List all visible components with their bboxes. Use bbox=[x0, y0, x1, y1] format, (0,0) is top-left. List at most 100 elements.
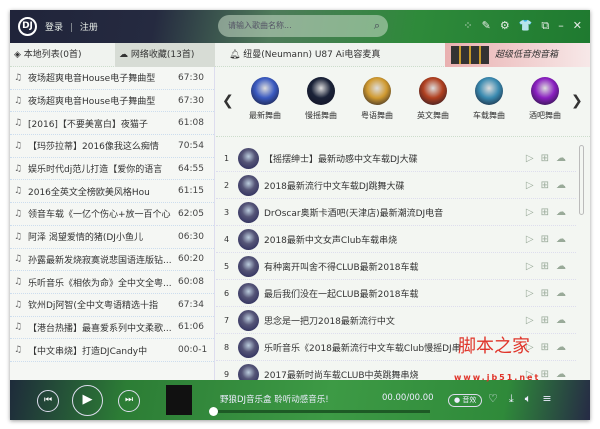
song-row[interactable]: 3 DrOscar奥斯卡酒吧(天津店)最新潮流DJ电音 ▷ ⊞ ☁ bbox=[216, 199, 576, 226]
playlist-item-duration: 60:20 bbox=[178, 254, 204, 265]
playlist-item-name: 【玛莎拉蒂】2016像我这么痴情 bbox=[28, 142, 159, 153]
sound-effect-label: 音效 bbox=[462, 396, 477, 404]
close-icon[interactable]: ✕ bbox=[573, 19, 582, 33]
skin-icon[interactable]: 👕 bbox=[519, 19, 533, 33]
category-item[interactable]: 英文舞曲 bbox=[408, 77, 458, 121]
play-icon[interactable]: ▷ bbox=[526, 153, 534, 164]
song-row[interactable]: 5 有种离开叫舍不得CLUB最新2018车载 ▷ ⊞ ☁ bbox=[216, 253, 576, 280]
add-icon[interactable]: ⊞ bbox=[541, 261, 549, 272]
download-icon[interactable]: ⤓ bbox=[509, 392, 514, 406]
playlist-item[interactable]: ♫ 2016全英文全榜欧美风格Hou 61:15 bbox=[10, 180, 214, 204]
music-note-icon: ♫ bbox=[14, 118, 23, 129]
cloud-download-icon[interactable]: ☁ bbox=[556, 180, 566, 191]
category-label: 最新舞曲 bbox=[249, 111, 281, 120]
volume-icon[interactable]: 🔈︎ bbox=[525, 392, 532, 406]
add-icon[interactable]: ⊞ bbox=[541, 288, 549, 299]
ad-banner[interactable]: 超级低音炮音箱 bbox=[445, 43, 590, 67]
playlist-item-name: 【中文串烧】打造DJCandy中 bbox=[28, 346, 148, 357]
category-avatar bbox=[419, 77, 447, 105]
song-row[interactable]: 7 思念是一把刀2018最新流行中文 ▷ ⊞ ☁ bbox=[216, 307, 576, 334]
playlist-item-duration: 60:08 bbox=[178, 277, 204, 288]
playlist-item-name: 钦州Dj阿智(全中文粤语精选十指 bbox=[28, 301, 158, 312]
cloud-download-icon[interactable]: ☁ bbox=[556, 369, 566, 380]
settings-icon[interactable]: ⚙ bbox=[500, 19, 510, 33]
cloud-download-icon[interactable]: ☁ bbox=[556, 261, 566, 272]
scrollbar[interactable] bbox=[579, 145, 584, 215]
category-item[interactable]: 粤语舞曲 bbox=[352, 77, 402, 121]
song-row[interactable]: 4 2018最新中文女声Club车载串烧 ▷ ⊞ ☁ bbox=[216, 226, 576, 253]
playlist-item[interactable]: ♫ 领音车载《一亿个伤心+放一百个心 62:05 bbox=[10, 203, 214, 226]
song-row[interactable]: 6 最后我们没在一起CLUB最新2018车载 ▷ ⊞ ☁ bbox=[216, 280, 576, 307]
cloud-download-icon[interactable]: ☁ bbox=[556, 153, 566, 164]
album-cover bbox=[166, 385, 192, 415]
category-avatar bbox=[475, 77, 503, 105]
category-item[interactable]: 酒吧舞曲 bbox=[520, 77, 570, 121]
previous-button[interactable]: ⏮ bbox=[37, 390, 59, 412]
cloud-download-icon[interactable]: ☁ bbox=[556, 288, 566, 299]
tab-local-list[interactable]: ◈ 本地列表(0首) bbox=[10, 43, 115, 67]
add-icon[interactable]: ⊞ bbox=[541, 369, 549, 380]
feedback-icon[interactable]: ✎ bbox=[482, 19, 491, 33]
play-button[interactable]: ▶ bbox=[72, 385, 103, 416]
category-item[interactable]: 慢摇舞曲 bbox=[296, 77, 346, 121]
play-icon[interactable]: ▷ bbox=[526, 288, 534, 299]
register-link[interactable]: 注册 bbox=[80, 23, 98, 33]
cloud-download-icon[interactable]: ☁ bbox=[556, 342, 566, 353]
song-cover bbox=[238, 147, 259, 169]
progress-bar[interactable] bbox=[215, 410, 430, 413]
play-time: 00.00/00.00 bbox=[382, 393, 434, 403]
chevron-left-icon[interactable]: ❮ bbox=[222, 93, 234, 109]
song-row[interactable]: 1 【摇摆绅士】最新动感中文车载DJ大碟 ▷ ⊞ ☁ bbox=[216, 145, 576, 172]
music-note-icon: ♫ bbox=[14, 95, 23, 106]
mini-mode-icon[interactable]: ⧉ bbox=[541, 19, 549, 33]
chevron-right-icon[interactable]: ❯ bbox=[571, 93, 583, 109]
play-icon[interactable]: ▷ bbox=[526, 207, 534, 218]
apps-icon[interactable]: ⁘ bbox=[463, 19, 472, 33]
category-item[interactable]: 最新舞曲 bbox=[240, 77, 290, 121]
song-row[interactable]: 2 2018最新流行中文车载DJ跳舞大碟 ▷ ⊞ ☁ bbox=[216, 172, 576, 199]
playlist-item[interactable]: ♫ 【港台热播】最喜爱系列中文柔歌... 61:06 bbox=[10, 317, 214, 340]
next-button[interactable]: ⏭ bbox=[118, 390, 140, 412]
play-icon[interactable]: ▷ bbox=[526, 315, 534, 326]
search-input[interactable]: 请输入歌曲名称... ⌕ bbox=[218, 15, 388, 37]
notice-text[interactable]: 🔔︎ 纽曼(Neumann) U87 Ai电容麦真 bbox=[225, 43, 455, 67]
add-icon[interactable]: ⊞ bbox=[541, 315, 549, 326]
playlist-item[interactable]: ♫ 【玛莎拉蒂】2016像我这么痴情 70:54 bbox=[10, 135, 214, 158]
add-icon[interactable]: ⊞ bbox=[541, 342, 549, 353]
category-item[interactable]: 车载舞曲 bbox=[464, 77, 514, 121]
playlist-item[interactable]: ♫ 【中文串烧】打造DJCandy中 00:0-1 bbox=[10, 339, 214, 362]
cloud-download-icon[interactable]: ☁ bbox=[556, 207, 566, 218]
playlist-mode-icon[interactable]: ≡ bbox=[542, 392, 551, 406]
add-icon[interactable]: ⊞ bbox=[541, 153, 549, 164]
playlist-item[interactable]: ♫ 阿泽 渴望爱情的猪(DJ小鱼儿 06:30 bbox=[10, 226, 214, 249]
song-cover bbox=[238, 309, 259, 331]
add-icon[interactable]: ⊞ bbox=[541, 234, 549, 245]
cloud-download-icon[interactable]: ☁ bbox=[556, 234, 566, 245]
cloud-download-icon[interactable]: ☁ bbox=[556, 315, 566, 326]
login-link[interactable]: 登录 bbox=[45, 23, 63, 33]
player-bar: ⏮ ▶ ⏭ 野狼DJ音乐盒 聆听动感音乐! 00.00/00.00 ● 音效 ♡… bbox=[10, 380, 590, 420]
playlist-item[interactable]: ♫ 娱乐时代dj范儿打造【爱你的语言 64:55 bbox=[10, 158, 214, 181]
song-cover bbox=[238, 201, 259, 223]
playlist-item[interactable]: ♫ [2016]【不要美富白】夜猫子 61:08 bbox=[10, 112, 214, 136]
sound-effect-button[interactable]: ● 音效 bbox=[448, 394, 483, 407]
play-icon[interactable]: ▷ bbox=[526, 180, 534, 191]
playlist-item-duration: 64:55 bbox=[178, 163, 204, 174]
play-icon[interactable]: ▷ bbox=[526, 234, 534, 245]
progress-knob[interactable] bbox=[209, 407, 218, 416]
play-icon[interactable]: ▷ bbox=[526, 261, 534, 272]
playlist-item[interactable]: ♫ 夜场超爽电音House电子舞曲型 67:30 bbox=[10, 90, 214, 113]
playlist-item[interactable]: ♫ 夜场超爽电音House电子舞曲型 67:30 bbox=[10, 67, 214, 90]
playlist-item[interactable]: ♫ 孙露最新发烧寂寞说悲国语连版钻... 60:20 bbox=[10, 249, 214, 272]
playlist-item[interactable]: ♫ 乐听音乐《相依为命》全中文全粤... 60:08 bbox=[10, 271, 214, 294]
search-icon[interactable]: ⌕ bbox=[374, 15, 380, 37]
song-number: 9 bbox=[224, 369, 230, 379]
category-label: 慢摇舞曲 bbox=[305, 111, 337, 120]
tab-network-favorites[interactable]: ☁ 网络收藏(13首) bbox=[115, 43, 215, 67]
minimize-icon[interactable]: – bbox=[558, 19, 564, 33]
playlist-item[interactable]: ♫ 钦州Dj阿智(全中文粤语精选十指 67:34 bbox=[10, 294, 214, 317]
add-icon[interactable]: ⊞ bbox=[541, 207, 549, 218]
bell-icon: 🔔︎ bbox=[229, 50, 244, 60]
add-icon[interactable]: ⊞ bbox=[541, 180, 549, 191]
heart-icon[interactable]: ♡ bbox=[488, 392, 498, 406]
